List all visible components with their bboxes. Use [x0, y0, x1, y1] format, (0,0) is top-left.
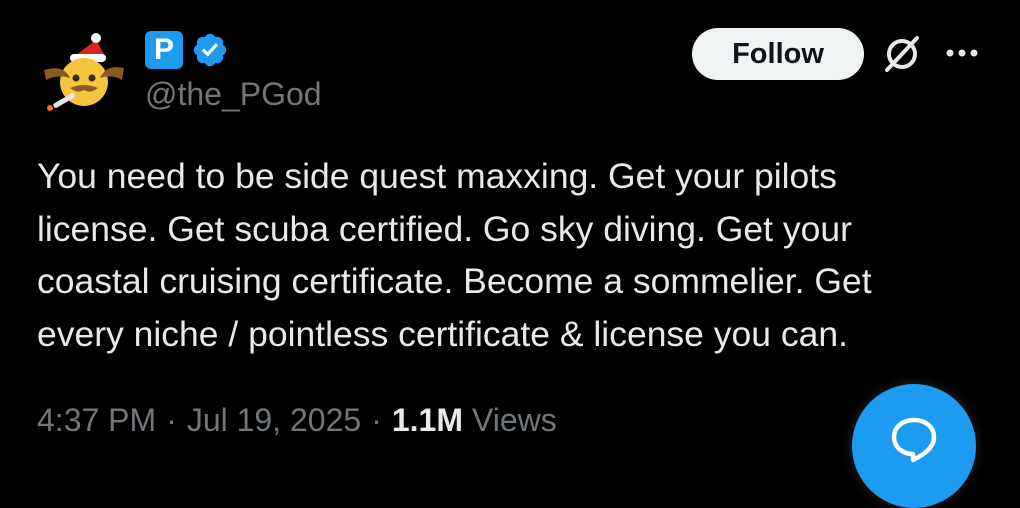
avatar[interactable] [34, 24, 130, 120]
tweet-date[interactable]: Jul 19, 2025 [187, 402, 361, 439]
tweet-text: You need to be side quest maxxing. Get y… [37, 156, 872, 354]
reply-fab-button[interactable] [852, 384, 976, 508]
follow-button[interactable]: Follow [692, 28, 864, 80]
author-name-row: P [145, 30, 229, 70]
verified-badge-icon[interactable] [191, 31, 229, 69]
tweet-time[interactable]: 4:37 PM [37, 402, 156, 439]
author-handle[interactable]: @the_PGod [145, 74, 322, 114]
reply-bubble-icon [891, 417, 937, 463]
affiliate-badge-letter: P [153, 33, 174, 66]
grok-icon[interactable] [880, 32, 924, 76]
tweet-header: P @the_PGod Follow [0, 0, 1020, 130]
cowboy-santa-emoji-icon [44, 33, 124, 111]
meta-separator: · [166, 401, 177, 438]
affiliate-badge[interactable]: P [145, 31, 183, 69]
more-options-icon[interactable] [942, 38, 982, 68]
views-label: Views [471, 401, 557, 438]
meta-separator: · [371, 401, 382, 438]
tweet-meta: 4:37 PM · Jul 19, 2025 · 1.1M Views [37, 398, 557, 442]
views-count: 1.1M [391, 401, 463, 438]
